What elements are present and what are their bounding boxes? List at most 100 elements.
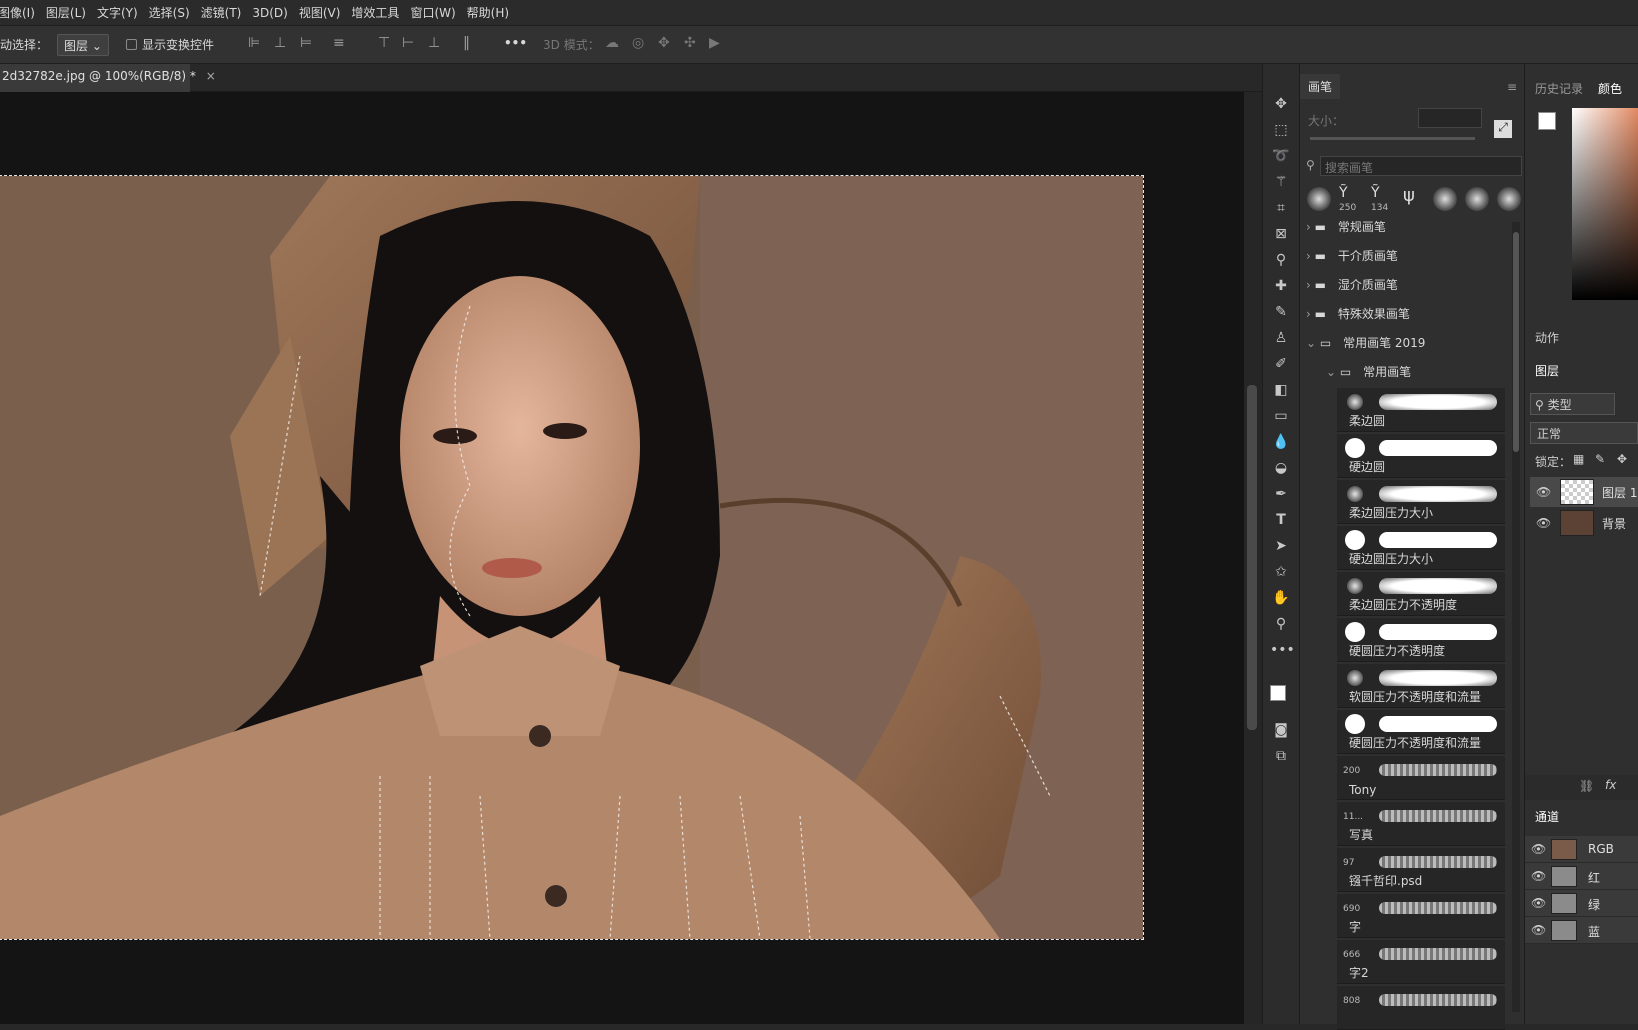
brush-preset-row[interactable]: 柔边圆压力不透明度 — [1337, 572, 1505, 616]
align-center-icon[interactable]: ⊥ — [274, 35, 286, 51]
menu-filter[interactable]: 滤镜(T) — [201, 4, 253, 21]
tab-actions[interactable]: 动作 — [1535, 329, 1559, 346]
close-icon[interactable]: × — [206, 69, 216, 83]
history-brush-tool-icon[interactable]: ✐ — [1270, 354, 1292, 374]
3d-pan-icon[interactable]: ✥ — [658, 35, 670, 51]
brush-preset-row[interactable]: 11... 写真 — [1337, 802, 1505, 846]
channel-row[interactable]: 👁 红 — [1525, 863, 1638, 890]
brush-preset-row[interactable]: 柔边圆压力大小 — [1337, 480, 1505, 524]
more-tools-icon[interactable]: ••• — [1270, 640, 1295, 660]
align-right-icon[interactable]: ⊨ — [300, 35, 312, 51]
brush-search-input[interactable]: 搜索画笔 — [1320, 156, 1522, 176]
eye-icon[interactable]: 👁 — [1536, 516, 1551, 530]
recent-brush-grass-2[interactable]: Ỹ — [1371, 185, 1380, 201]
distribute-icon[interactable]: ≡ — [333, 35, 345, 51]
auto-select-dropdown[interactable]: 图层 ⌄ — [57, 34, 109, 56]
menu-layer[interactable]: 图层(L) — [46, 4, 97, 21]
eye-icon[interactable]: 👁 — [1531, 869, 1546, 883]
brush-preset-row[interactable]: 柔边圆 — [1337, 388, 1505, 432]
brush-preset-row[interactable]: 硬圆压力不透明度 — [1337, 618, 1505, 662]
path-select-tool-icon[interactable]: ➤ — [1270, 536, 1292, 556]
blend-mode-dropdown[interactable]: 正常 — [1530, 422, 1638, 444]
more-options-button[interactable]: ••• — [504, 36, 527, 50]
tab-brushes[interactable]: 画笔 — [1300, 74, 1341, 99]
recent-brush-soft-3[interactable] — [1465, 187, 1489, 211]
eye-icon[interactable]: 👁 — [1531, 923, 1546, 937]
tab-layers[interactable]: 图层 — [1535, 362, 1559, 379]
brush-folder[interactable]: › ▬ 干介质画笔 — [1306, 247, 1506, 273]
brush-folder[interactable]: › ▬ 特殊效果画笔 — [1306, 305, 1506, 331]
channel-row[interactable]: 👁 绿 — [1525, 890, 1638, 917]
brush-preset-row[interactable]: 97 镪千哲印.psd — [1337, 848, 1505, 892]
eye-icon[interactable]: 👁 — [1531, 842, 1546, 856]
align-middle-icon[interactable]: ⊢ — [402, 35, 414, 51]
magic-wand-tool-icon[interactable]: ⚚ — [1270, 172, 1292, 192]
brush-preset-row[interactable]: 硬边圆 — [1337, 434, 1505, 478]
scrollbar-thumb[interactable] — [1247, 385, 1257, 730]
lock-pixels-icon[interactable]: ✎ — [1595, 452, 1605, 466]
color-picker-field[interactable] — [1572, 108, 1638, 300]
show-transform-checkbox[interactable] — [126, 39, 137, 50]
eye-icon[interactable]: 👁 — [1531, 896, 1546, 910]
quick-mask-icon[interactable]: ◙ — [1270, 720, 1292, 740]
fx-button[interactable]: fx — [1605, 778, 1616, 792]
new-brush-icon[interactable]: ⤢ — [1494, 120, 1512, 138]
brush-preset-row[interactable]: 666 字2 — [1337, 940, 1505, 984]
pen-tool-icon[interactable]: ✒ — [1270, 484, 1292, 504]
dodge-tool-icon[interactable]: ◒ — [1270, 458, 1292, 478]
brush-preset-row[interactable]: 硬圆压力不透明度和流量 — [1337, 710, 1505, 754]
frame-tool-icon[interactable]: ⊠ — [1270, 224, 1292, 244]
marquee-tool-icon[interactable]: ⬚ — [1270, 120, 1292, 140]
move-tool-icon[interactable]: ✥ — [1270, 94, 1292, 114]
align-left-icon[interactable]: ⊫ — [248, 35, 260, 51]
brush-list-scrollbar[interactable] — [1512, 222, 1520, 1012]
hand-tool-icon[interactable]: ✋ — [1270, 588, 1292, 608]
screen-mode-icon[interactable]: ⧉ — [1270, 746, 1292, 766]
channel-row[interactable]: 👁 蓝 — [1525, 917, 1638, 944]
crop-tool-icon[interactable]: ⌗ — [1270, 198, 1292, 218]
brush-subfolder-open[interactable]: ⌄ ▭ 常用画笔 — [1326, 363, 1526, 389]
align-bottom-icon[interactable]: ⊥ — [428, 35, 440, 51]
eraser-tool-icon[interactable]: ◧ — [1270, 380, 1292, 400]
healing-brush-tool-icon[interactable]: ✚ — [1270, 276, 1292, 296]
type-tool-icon[interactable]: T — [1270, 510, 1292, 530]
brush-preset-row[interactable]: 808 — [1337, 986, 1505, 1030]
stamp-tool-icon[interactable]: ♙ — [1270, 328, 1292, 348]
layer-row[interactable]: 👁 图层 1 — [1530, 477, 1638, 507]
brush-tool-icon[interactable]: ✎ — [1270, 302, 1292, 322]
menu-type[interactable]: 文字(Y) — [97, 4, 149, 21]
menu-plugins[interactable]: 增效工具 — [351, 4, 410, 21]
tab-channels[interactable]: 通道 — [1535, 808, 1559, 825]
shape-tool-icon[interactable]: ✩ — [1270, 562, 1292, 582]
blur-tool-icon[interactable]: 💧 — [1270, 432, 1292, 452]
eyedropper-tool-icon[interactable]: ⚲ — [1270, 250, 1292, 270]
lock-transparent-icon[interactable]: ▦ — [1573, 452, 1584, 466]
brush-preset-row[interactable]: 200 Tony — [1337, 756, 1505, 800]
brush-folder[interactable]: › ▬ 湿介质画笔 — [1306, 276, 1506, 302]
layer-row[interactable]: 👁 背景 — [1530, 508, 1638, 538]
align-top-icon[interactable]: ⊤ — [378, 35, 390, 51]
document-image[interactable] — [0, 175, 1144, 940]
recent-brush-soft-4[interactable] — [1497, 187, 1521, 211]
eye-icon[interactable]: 👁 — [1536, 485, 1551, 499]
3d-roll-icon[interactable]: ◎ — [632, 35, 644, 51]
brush-preset-row[interactable]: 690 字 — [1337, 894, 1505, 938]
tab-history[interactable]: 历史记录 — [1535, 80, 1583, 97]
foreground-color-swatch[interactable] — [1270, 685, 1286, 701]
tab-color[interactable]: 颜色 — [1598, 80, 1622, 97]
3d-camera-icon[interactable]: ▶ — [709, 35, 720, 51]
zoom-tool-icon[interactable]: ⚲ — [1270, 614, 1292, 634]
recent-brush-grass[interactable]: Ỹ — [1339, 185, 1348, 201]
link-icon[interactable]: ⛓ — [1579, 779, 1594, 793]
gradient-tool-icon[interactable]: ▭ — [1270, 406, 1292, 426]
color-foreground-swatch[interactable] — [1538, 112, 1556, 130]
menu-3d[interactable]: 3D(D) — [252, 6, 298, 20]
distribute-vertical-icon[interactable]: ‖ — [463, 35, 470, 51]
3d-slide-icon[interactable]: ✣ — [684, 35, 696, 51]
brush-preset-row[interactable]: 软圆压力不透明度和流量 — [1337, 664, 1505, 708]
channel-row[interactable]: 👁 RGB — [1525, 836, 1638, 863]
brush-preset-row[interactable]: 硬边圆压力大小 — [1337, 526, 1505, 570]
recent-brush-branch[interactable]: ψ — [1403, 185, 1415, 206]
lasso-tool-icon[interactable]: ➰ — [1270, 146, 1292, 166]
brush-size-field[interactable] — [1418, 108, 1482, 128]
